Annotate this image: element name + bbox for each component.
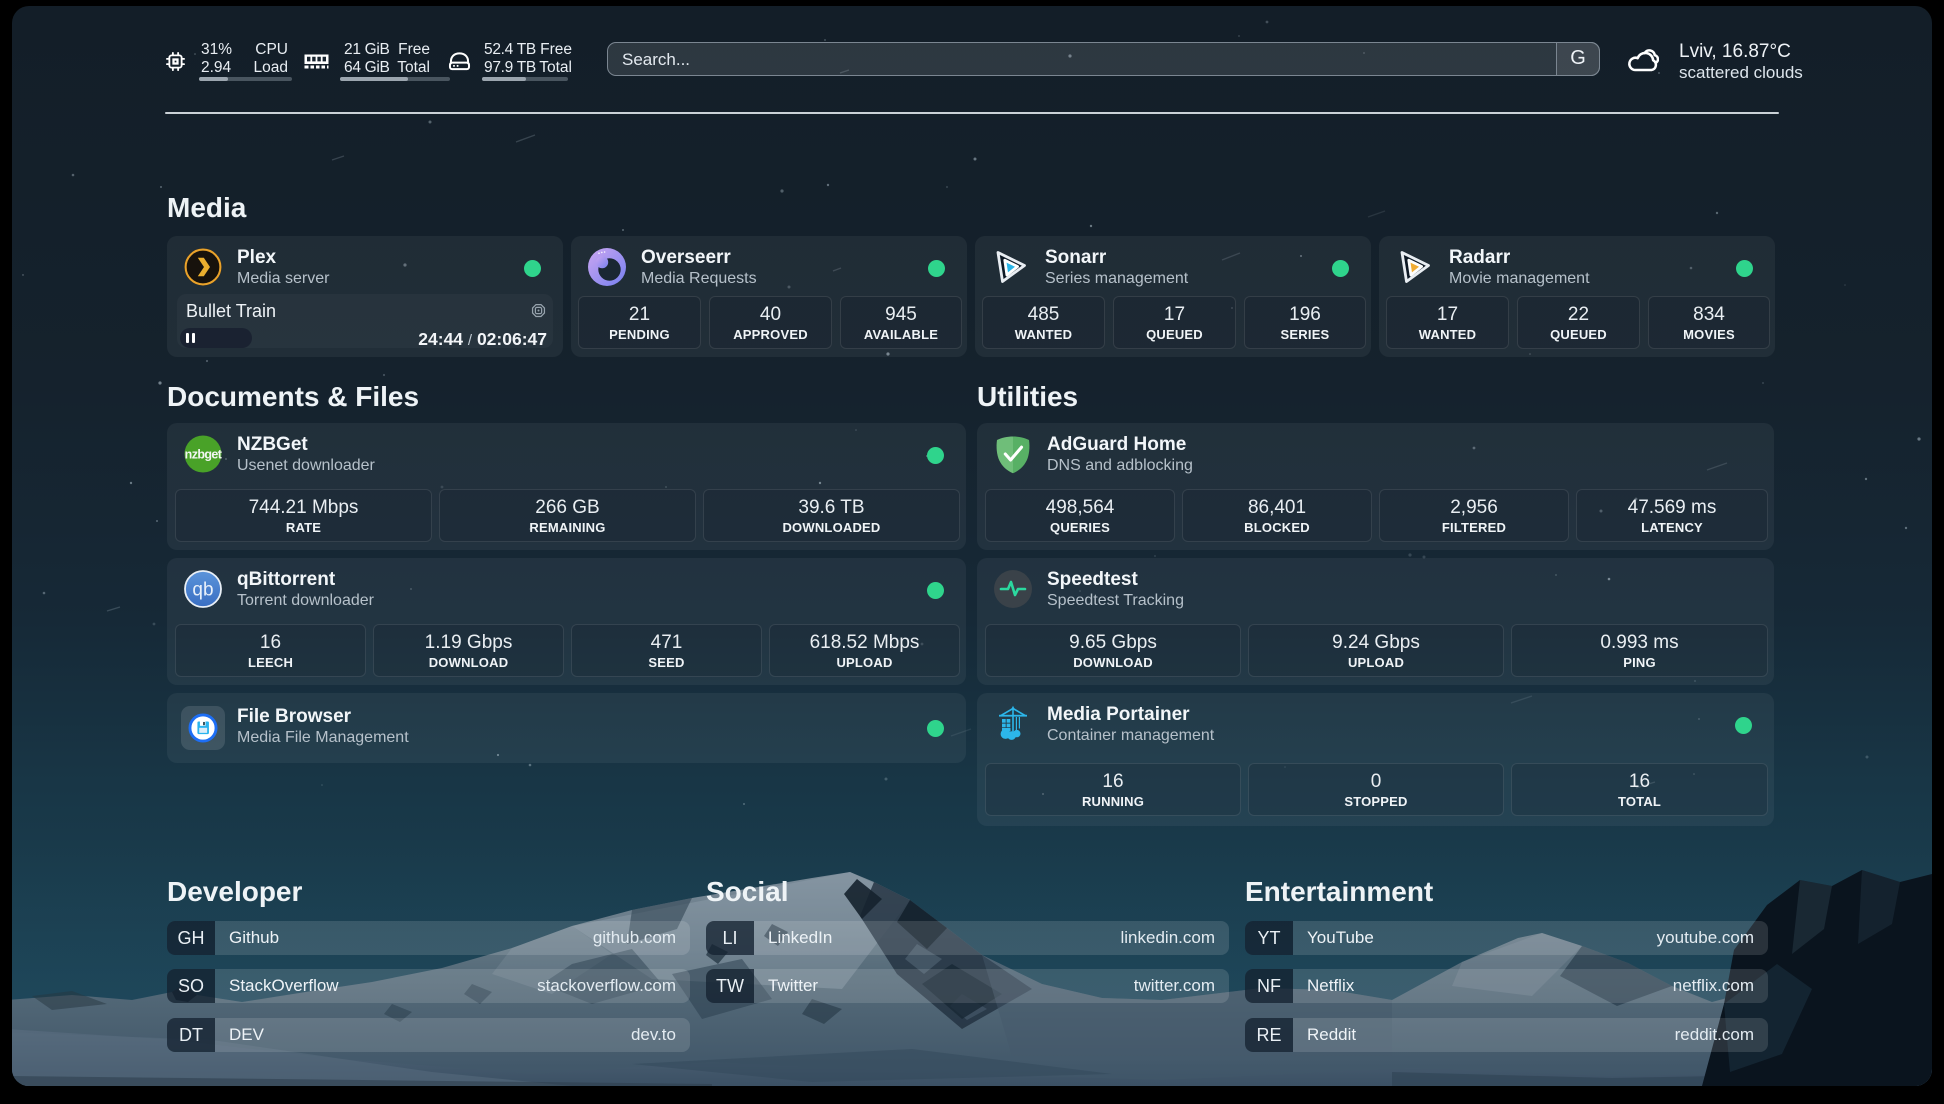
svg-text:nzbget: nzbget <box>185 448 223 462</box>
svg-text:qb: qb <box>192 580 213 601</box>
